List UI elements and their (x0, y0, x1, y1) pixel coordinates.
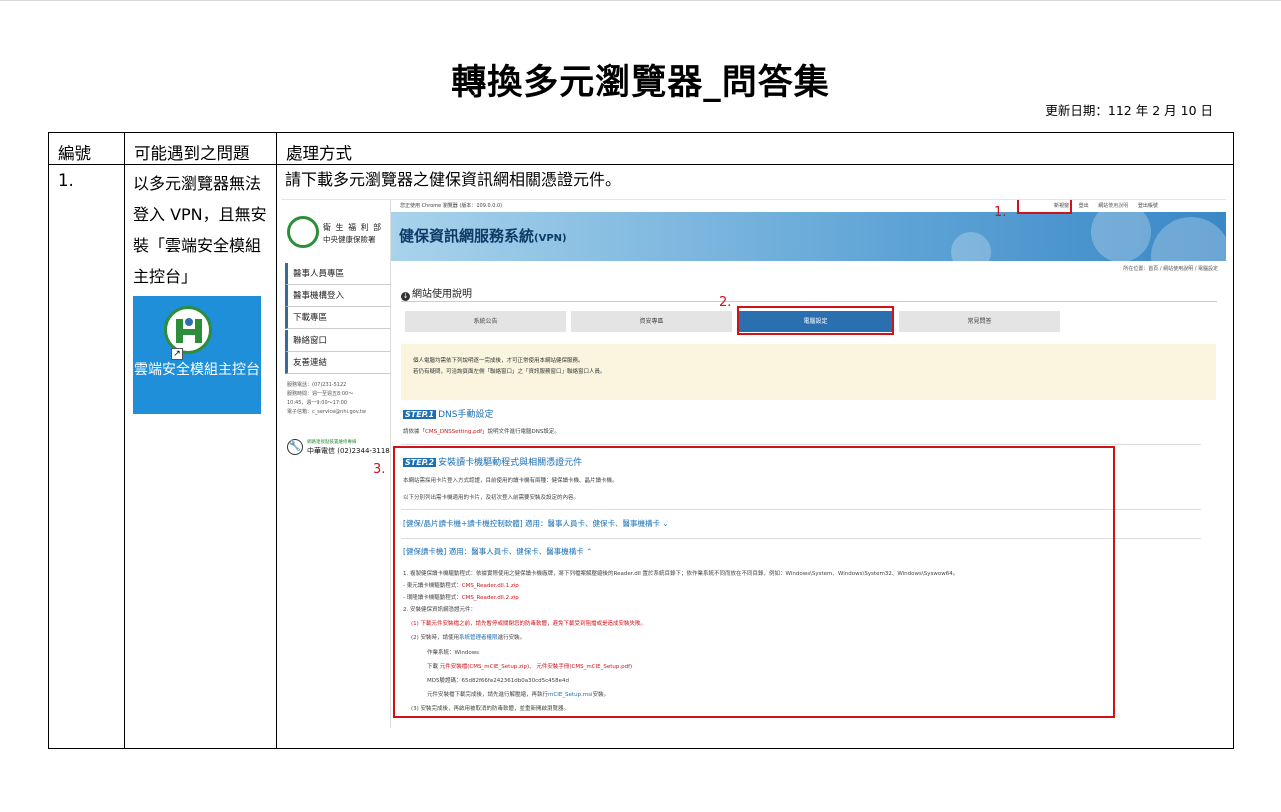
document-title: 轉換多元瀏覽器_問答集 (451, 63, 830, 103)
annotation-2: 2. (719, 295, 732, 310)
account-logout-link[interactable]: 登出帳號 (1138, 203, 1158, 209)
site-banner: 健保資訊網服務系統(VPN) (391, 202, 1226, 297)
logout-link[interactable]: 登出 (1079, 203, 1089, 209)
banner-decoration (1151, 217, 1226, 297)
notice-box: 個人電腦均需依下列說明逐一完成後，才可正常使用本網站健保服務。 若仍有疑問，可洽… (401, 344, 1216, 400)
nav-item-medical-staff[interactable]: 醫事人員專區 (285, 263, 391, 285)
row-method-text: 請下載多元瀏覽器之健保資訊網相關憑證元件。 (285, 170, 622, 189)
org-name-line2: 中央健康保險署 (323, 235, 376, 244)
qa-table: 編號 可能遇到之問題 處理方式 1. 以多元瀏覽器無法登入 VPN，且無安裝「雲… (48, 132, 1234, 749)
divider (401, 444, 1201, 445)
highlight-box-step2 (393, 446, 1115, 718)
header-method: 處理方式 (276, 132, 1234, 165)
tab-security[interactable]: 資安專區 (571, 311, 732, 332)
contact-line: 服務電話：(07)231-5122 (287, 382, 347, 388)
highlight-box-tab (737, 306, 894, 335)
header-issue: 可能遇到之問題 (124, 132, 277, 165)
nav-item-contact[interactable]: 聯絡窗口 (285, 330, 391, 352)
nav-item-downloads[interactable]: 下載專區 (285, 307, 391, 329)
nhi-emblem-icon (287, 216, 319, 248)
app-icon-label: 雲端安全模組主控台 (134, 362, 260, 378)
step1-badge: STEP.1 (403, 410, 437, 419)
row-issue-cell: 以多元瀏覽器無法登入 VPN，且無安裝「雲端安全模組主控台」 ↗ 雲端安全模組主… (124, 164, 277, 749)
contact-info: 服務電話：(07)231-5122 服務時間：週一至週五8:00～ 10:45，… (287, 381, 387, 417)
vpn-site-screenshot: 衛 生 福 利 部 中央健康保險署 醫事人員專區 醫事機構登入 下載專區 聯絡窗… (281, 199, 1226, 728)
nav-item-links[interactable]: 友善連結 (285, 352, 391, 374)
table-header-row: 編號 可能遇到之問題 處理方式 (48, 132, 1234, 165)
annotation-1: 1. (994, 205, 1007, 220)
update-date: 更新日期：112 年 2 月 10 日 (1045, 103, 1213, 118)
contact-line: 服務時間：週一至週五8:00～ (287, 391, 354, 397)
helpline-label: 網路連接點裝置維修專線 (307, 440, 357, 445)
contact-line: 10:45，週一9:00～17:00 (287, 400, 348, 406)
browser-version-text: 您正使用 Chrome 瀏覽器 (版本：109.0.0.0) (400, 203, 503, 209)
section-title: ↓ 網站使用說明 (401, 289, 472, 301)
nhi-logo-icon (164, 306, 212, 354)
arrow-down-circle-icon: ↓ (401, 292, 410, 301)
shortcut-arrow-icon: ↗ (171, 348, 183, 360)
top-border (0, 0, 1281, 1)
org-name-line1: 衛 生 福 利 部 (323, 223, 383, 232)
breadcrumb: 所在位置：首頁 / 網站使用說明 / 電腦設定 (1123, 266, 1218, 272)
notice-line: 若仍有疑問，可洽詢頁面左側「聯絡窗口」之「資訊服務窗口」聯絡窗口人員。 (413, 369, 606, 375)
annotation-3: 3. (373, 462, 386, 477)
step1-desc: 請依據「CMS_DNSSetting.pdf」說明文件進行電腦DNS設定。 (403, 429, 560, 435)
tab-faq[interactable]: 常見問答 (899, 311, 1060, 332)
row-issue-text: 以多元瀏覽器無法登入 VPN，且無安裝「雲端安全模組主控台」 (133, 174, 267, 286)
table-row: 1. 以多元瀏覽器無法登入 VPN，且無安裝「雲端安全模組主控台」 ↗ 雲端安全… (48, 164, 1234, 749)
wrench-icon: 🔧 (287, 439, 303, 455)
tab-announcements[interactable]: 系統公告 (405, 311, 566, 332)
header-number: 編號 (48, 132, 125, 165)
row-method-cell: 請下載多元瀏覽器之健保資訊網相關憑證元件。 衛 生 福 利 部 中央健康保險署 … (276, 164, 1234, 749)
cloud-security-app-icon: ↗ 雲端安全模組主控台 (133, 296, 261, 414)
site-logo: 衛 生 福 利 部 中央健康保險署 (287, 216, 391, 256)
contact-line: 電子信箱：c_service@nhi.gov.tw (287, 409, 366, 415)
section-divider (401, 301, 1217, 302)
banner-title: 健保資訊網服務系統(VPN) (399, 227, 567, 245)
helpline-number: 中華電信 (02)2344-3118 (307, 447, 390, 455)
dns-pdf-link[interactable]: CMS_DNSSetting.pdf (425, 429, 482, 435)
row-number: 1. (48, 164, 125, 749)
nav-item-institution-login[interactable]: 醫事機構登入 (285, 285, 391, 307)
highlight-box-help (1017, 200, 1072, 214)
notice-line: 個人電腦均需依下列說明逐一完成後，才可正常使用本網站健保服務。 (413, 358, 584, 364)
step1-heading: STEP.1 DNS手動設定 (403, 410, 494, 420)
banner-decoration (1091, 202, 1151, 262)
